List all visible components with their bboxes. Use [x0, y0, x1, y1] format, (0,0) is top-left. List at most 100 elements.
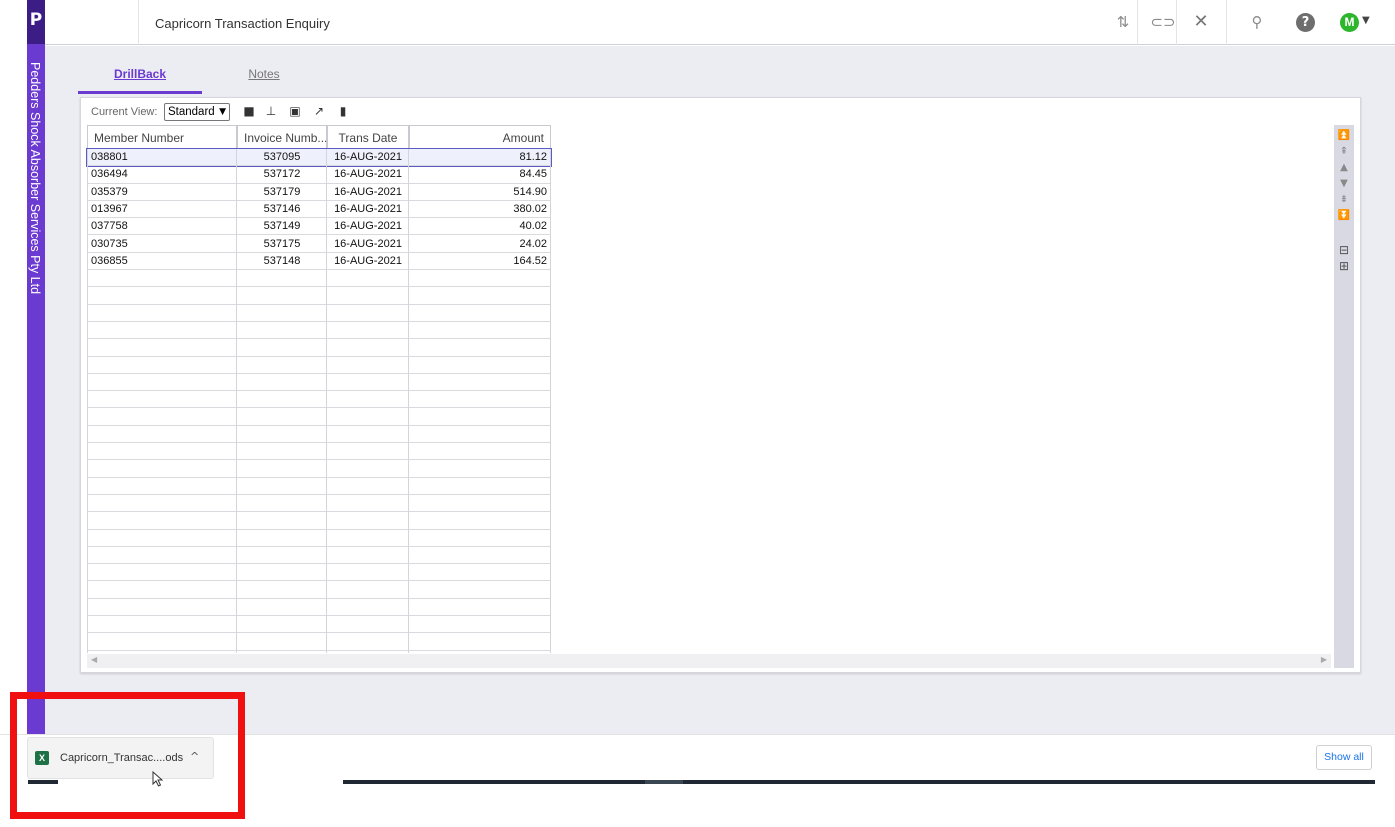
- first-page-icon[interactable]: ⏫: [1337, 129, 1351, 143]
- table-cell: 84.45: [519, 168, 547, 181]
- empty-table-row[interactable]: [87, 460, 551, 478]
- table-row[interactable]: 037758 537149 16-AUG-2021 40.02: [87, 218, 551, 236]
- taskbar-segment: [683, 780, 1375, 784]
- pin-icon[interactable]: ⊥: [263, 103, 279, 119]
- empty-table-row[interactable]: [87, 495, 551, 513]
- table-row[interactable]: 035379 537179 16-AUG-2021 514.90: [87, 184, 551, 201]
- empty-table-row[interactable]: [87, 374, 551, 392]
- company-name: Pedders Shock Absorber Services Pty Ltd: [28, 62, 42, 295]
- scroll-left-icon[interactable]: ◀: [91, 655, 97, 664]
- table-cell: 16-AUG-2021: [334, 202, 402, 215]
- show-all-button[interactable]: Show all: [1316, 745, 1372, 770]
- export-icon[interactable]: ↗: [311, 103, 327, 119]
- empty-table-row[interactable]: [87, 391, 551, 409]
- table-row[interactable]: 013967 537146 16-AUG-2021 380.02: [87, 201, 551, 219]
- sort-arrows-icon[interactable]: ⇅: [1110, 9, 1136, 35]
- column-header-trans-date[interactable]: Trans Date: [327, 125, 409, 149]
- empty-table-row[interactable]: [87, 305, 551, 322]
- current-view-select[interactable]: Standard ▼: [164, 103, 230, 121]
- row-down-icon[interactable]: ▼: [1337, 177, 1351, 191]
- app-root: P Pedders Shock Absorber Services Pty Lt…: [0, 0, 1395, 827]
- close-icon[interactable]: ✕: [1188, 9, 1214, 35]
- drillback-panel: Current View: Standard ▼ ■ ⊥ ▣ ↗ ▮ Membe…: [80, 97, 1361, 673]
- empty-table-row[interactable]: [87, 564, 551, 582]
- table-cell: 537146: [263, 202, 301, 215]
- help-icon[interactable]: ?: [1296, 13, 1315, 32]
- header-separator: [1137, 0, 1138, 45]
- table-cell: 164.52: [513, 254, 547, 267]
- page-title: Capricorn Transaction Enquiry: [155, 16, 330, 31]
- empty-table-row[interactable]: [87, 339, 551, 357]
- horizontal-scrollbar[interactable]: ◀ ▶: [87, 654, 1331, 668]
- paperclip-icon[interactable]: ⊂⊃: [1150, 9, 1176, 35]
- table-cell: 514.90: [513, 185, 547, 198]
- empty-table-row[interactable]: [87, 478, 551, 495]
- empty-table-row[interactable]: [87, 426, 551, 444]
- header-separator: [1226, 0, 1227, 45]
- table-cell: 537172: [263, 168, 301, 181]
- chevron-down-icon[interactable]: ▼: [1362, 15, 1370, 26]
- table-cell: 16-AUG-2021: [334, 237, 402, 250]
- empty-table-row[interactable]: [87, 599, 551, 617]
- column-header-invoice-number[interactable]: Invoice Numb...: [237, 125, 327, 149]
- column-header-amount[interactable]: Amount: [409, 125, 551, 149]
- tab-drillback[interactable]: DrillBack: [78, 58, 202, 94]
- document-icon[interactable]: ▮: [335, 103, 351, 119]
- grid-navigation-bar: ⏫ ⇞ ▲ ▼ ⇟ ⏬ ⊟ ⊞: [1334, 125, 1354, 668]
- page-up-icon[interactable]: ⇞: [1337, 145, 1351, 159]
- empty-table-row[interactable]: [87, 287, 551, 305]
- page-down-icon[interactable]: ⇟: [1337, 193, 1351, 207]
- empty-table-row[interactable]: [87, 633, 551, 651]
- empty-table-row[interactable]: [87, 616, 551, 634]
- avatar[interactable]: M: [1340, 13, 1359, 32]
- empty-table-row[interactable]: [87, 582, 551, 599]
- column-divider: [326, 149, 327, 653]
- table-cell: 036494: [91, 168, 128, 181]
- table-row[interactable]: 030735 537175 16-AUG-2021 24.02: [87, 236, 551, 253]
- table-cell: 537095: [263, 151, 301, 163]
- empty-table-row[interactable]: [87, 530, 551, 547]
- table-cell: 16-AUG-2021: [334, 220, 402, 233]
- scroll-right-icon[interactable]: ▶: [1321, 655, 1327, 664]
- column-divider: [87, 149, 88, 653]
- red-highlight-box: [10, 692, 245, 819]
- empty-table-row[interactable]: [87, 512, 551, 530]
- column-header-member-number[interactable]: Member Number: [87, 125, 237, 149]
- collapse-icon[interactable]: ⊟: [1337, 243, 1351, 257]
- empty-table-row[interactable]: [87, 270, 551, 288]
- column-divider: [408, 149, 409, 653]
- empty-table-row[interactable]: [87, 443, 551, 461]
- table-row[interactable]: 038801 537095 16-AUG-2021 81.12: [86, 147, 552, 168]
- table-cell: 40.02: [519, 220, 547, 233]
- empty-table-row[interactable]: [87, 547, 551, 565]
- table-cell: 16-AUG-2021: [334, 185, 402, 198]
- table-cell: 16-AUG-2021: [334, 168, 402, 181]
- search-icon[interactable]: ⚲: [1244, 9, 1270, 35]
- header-separator: [1176, 0, 1177, 45]
- empty-table-row[interactable]: [87, 322, 551, 340]
- table-cell: 038801: [91, 151, 128, 163]
- tab-notes[interactable]: Notes: [202, 58, 326, 94]
- save-icon[interactable]: ■: [241, 103, 257, 119]
- mouse-cursor-icon: [152, 771, 164, 787]
- table-cell: 81.12: [519, 151, 547, 163]
- table-row[interactable]: 036855 537148 16-AUG-2021 164.52: [87, 253, 551, 271]
- table-row[interactable]: 036494 537172 16-AUG-2021 84.45: [87, 166, 551, 184]
- column-divider: [236, 149, 237, 653]
- empty-table-row[interactable]: [87, 409, 551, 426]
- column-divider: [550, 149, 551, 653]
- restore-icon[interactable]: ▣: [287, 103, 303, 119]
- table-cell: 16-AUG-2021: [334, 254, 402, 267]
- table-cell: 537179: [263, 185, 301, 198]
- row-up-icon[interactable]: ▲: [1337, 161, 1351, 175]
- empty-table-row[interactable]: [87, 357, 551, 374]
- last-page-icon[interactable]: ⏬: [1337, 209, 1351, 223]
- table-cell: 537148: [263, 254, 301, 267]
- table-cell: 037758: [91, 220, 128, 233]
- app-logo[interactable]: P: [27, 0, 45, 44]
- expand-icon[interactable]: ⊞: [1337, 259, 1351, 273]
- table-cell: 537149: [263, 220, 301, 233]
- current-view-label: Current View:: [91, 106, 158, 118]
- current-view-value: Standard: [168, 106, 215, 118]
- table-cell: 036855: [91, 254, 128, 267]
